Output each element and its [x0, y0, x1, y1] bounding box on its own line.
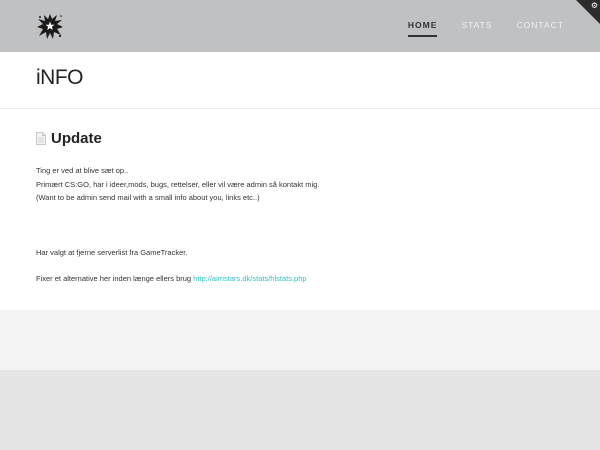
splat-star-logo-icon [37, 14, 63, 39]
nav-stats[interactable]: STATS [461, 20, 492, 37]
main-content: Update Ting er ved at blive sæt op.. Pri… [0, 109, 600, 310]
footer-band-light [0, 310, 600, 370]
post-intro: Ting er ved at blive sæt op.. Primært CS… [36, 164, 319, 205]
page-title: iNFO [36, 66, 84, 89]
logo[interactable] [36, 12, 64, 40]
post-line: (Want to be admin send mail with a small… [36, 193, 260, 202]
post-paragraph-text: Fixer et alternative her inden længe ell… [36, 274, 194, 283]
page-title-band: iNFO [0, 52, 600, 109]
footer-band-dark [0, 370, 600, 450]
post-line: Primært CS:GO, har i ideer,mods, bugs, r… [36, 179, 320, 189]
document-icon [36, 132, 46, 145]
post-line: Ting er ved at blive sæt op.. [36, 166, 129, 175]
post-paragraph-alternative: Fixer et alternative her inden længe ell… [36, 272, 307, 286]
post-header: Update [36, 130, 102, 147]
post-paragraph-serverlist: Har valgt at fjerne serverlist fra GameT… [36, 248, 188, 257]
site-header: HOME STATS CONTACT ⚙ [0, 0, 600, 52]
post-title: Update [51, 130, 102, 147]
nav-home[interactable]: HOME [407, 20, 438, 37]
main-nav: HOME STATS CONTACT [407, 20, 564, 37]
hlstats-link[interactable]: http://aimstars.dk/stats/hlstats.php [193, 274, 306, 283]
nav-contact[interactable]: CONTACT [517, 20, 564, 37]
gear-icon[interactable]: ⚙ [591, 1, 598, 11]
